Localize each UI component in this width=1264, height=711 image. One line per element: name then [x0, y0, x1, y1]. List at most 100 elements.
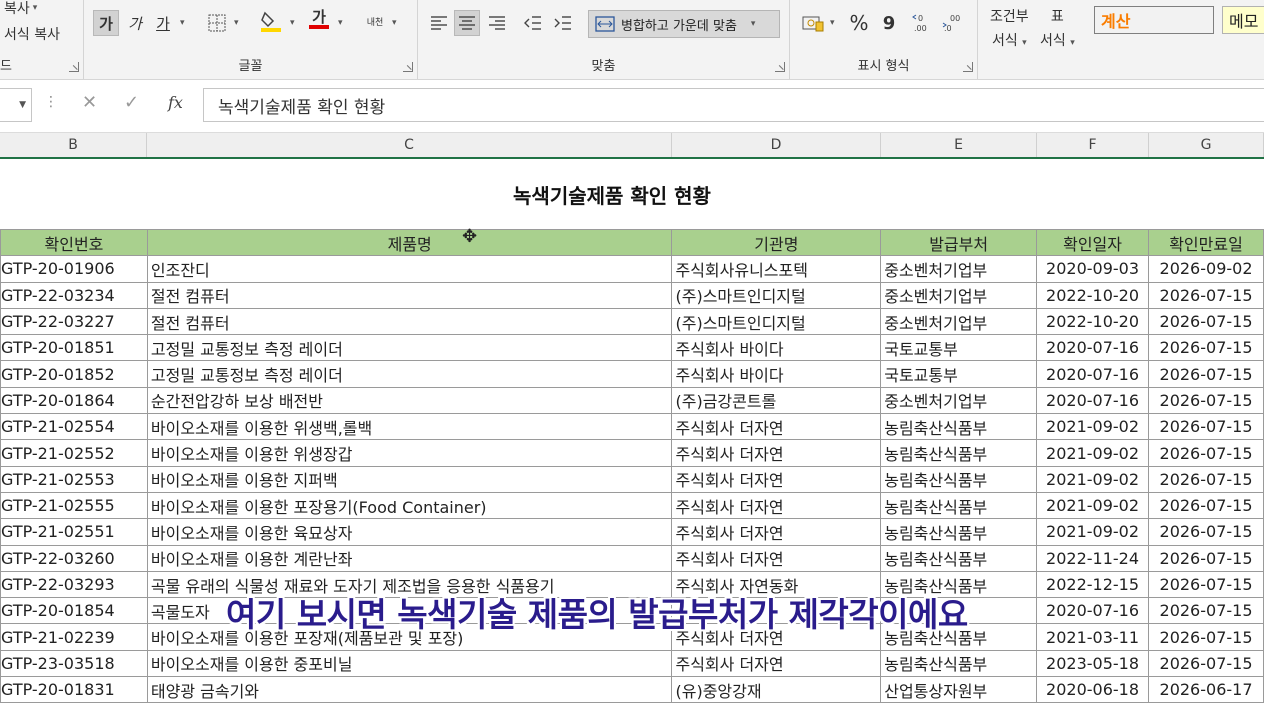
- cell-org[interactable]: 주식회사유니스포텍: [671, 255, 882, 283]
- cell-org[interactable]: 주식회사 더자연: [671, 649, 882, 678]
- cell-date[interactable]: 2022-11-24: [1036, 544, 1150, 572]
- cell-org[interactable]: 주식회사 더자연: [671, 439, 882, 467]
- cell-ministry[interactable]: 중소벤처기업부: [880, 255, 1038, 283]
- border-chevron-icon[interactable]: ▾: [234, 18, 239, 28]
- decrease-decimal-button[interactable]: 00.0: [940, 10, 966, 36]
- cell-product[interactable]: 고정밀 교통정보 측정 레이더: [146, 360, 673, 388]
- underline-chevron-icon[interactable]: ▾: [180, 18, 185, 28]
- column-header-f[interactable]: F: [1037, 133, 1149, 157]
- cell-ministry[interactable]: 농림축산식품부: [880, 465, 1038, 493]
- cell-id[interactable]: GTP-21-02551: [0, 518, 148, 546]
- enter-check-icon[interactable]: ✓: [124, 92, 139, 113]
- decrease-indent-button[interactable]: [520, 10, 546, 36]
- cell-org[interactable]: (유)중앙강재: [671, 676, 882, 704]
- cell-product[interactable]: 바이오소재를 이용한 지퍼백: [146, 465, 673, 493]
- cell-date[interactable]: 2022-10-20: [1036, 281, 1150, 309]
- header-cell[interactable]: 확인만료일: [1148, 228, 1264, 257]
- font-color-button[interactable]: 가: [306, 6, 332, 32]
- accounting-chevron-icon[interactable]: ▾: [830, 18, 835, 28]
- phonetic-button[interactable]: 내천: [362, 8, 388, 34]
- cell-expiry[interactable]: 2026-07-15: [1148, 623, 1264, 651]
- cell-expiry[interactable]: 2026-09-02: [1148, 255, 1264, 283]
- copy-button[interactable]: 복사 ▾: [4, 0, 37, 18]
- cell-org[interactable]: (주)스마트인디지털: [671, 281, 882, 309]
- cell-date[interactable]: 2020-09-03: [1036, 255, 1150, 283]
- cell-ministry[interactable]: 중소벤처기업부: [880, 281, 1038, 309]
- cell-expiry[interactable]: 2026-07-15: [1148, 386, 1264, 415]
- cancel-icon[interactable]: ✕: [82, 92, 97, 113]
- cell-id[interactable]: GTP-21-02552: [0, 439, 148, 467]
- cell-expiry[interactable]: 2026-07-15: [1148, 307, 1264, 336]
- sheet-title[interactable]: 녹색기술제품 확인 현황: [0, 159, 1264, 229]
- cell-id[interactable]: GTP-22-03234: [0, 281, 148, 309]
- cell-date[interactable]: 2020-07-16: [1036, 334, 1150, 362]
- bold-button[interactable]: 가: [93, 10, 119, 36]
- insert-function-button[interactable]: fx: [168, 93, 183, 112]
- cell-id[interactable]: GTP-20-01851: [0, 334, 148, 362]
- cell-date[interactable]: 2023-05-18: [1036, 649, 1150, 678]
- cell-product[interactable]: 바이오소재를 이용한 포장용기(Food Container): [146, 491, 673, 520]
- cell-ministry[interactable]: 중소벤처기업부: [880, 307, 1038, 336]
- cell-expiry[interactable]: 2026-07-15: [1148, 334, 1264, 362]
- fill-color-button[interactable]: [258, 8, 284, 34]
- cell-expiry[interactable]: 2026-07-15: [1148, 544, 1264, 572]
- number-launcher-icon[interactable]: [963, 62, 973, 72]
- cell-expiry[interactable]: 2026-07-15: [1148, 360, 1264, 388]
- cell-product[interactable]: 바이오소재를 이용한 육묘상자: [146, 518, 673, 546]
- underline-button[interactable]: 가: [150, 10, 176, 36]
- cell-ministry[interactable]: 농림축산식품부: [880, 544, 1038, 572]
- cell-ministry[interactable]: 농림축산식품부: [880, 439, 1038, 467]
- cell-org[interactable]: 주식회사 더자연: [671, 413, 882, 441]
- align-right-button[interactable]: [484, 10, 510, 36]
- cell-id[interactable]: GTP-21-02239: [0, 623, 148, 651]
- conditional-format-button[interactable]: 조건부 서식 ▾: [990, 6, 1029, 50]
- cell-product[interactable]: 순간전압강하 보상 배전반: [146, 386, 673, 415]
- cell-expiry[interactable]: 2026-07-15: [1148, 465, 1264, 493]
- header-cell[interactable]: 발급부처: [880, 228, 1038, 257]
- cell-id[interactable]: GTP-20-01864: [0, 386, 148, 415]
- alignment-launcher-icon[interactable]: [775, 62, 785, 72]
- cell-ministry[interactable]: 국토교통부: [880, 360, 1038, 388]
- cell-id[interactable]: GTP-23-03518: [0, 649, 148, 678]
- cell-id[interactable]: GTP-22-03293: [0, 570, 148, 599]
- cell-date[interactable]: 2022-12-15: [1036, 570, 1150, 599]
- cell-date[interactable]: 2021-09-02: [1036, 465, 1150, 493]
- cell-date[interactable]: 2021-09-02: [1036, 491, 1150, 520]
- cell-date[interactable]: 2020-07-16: [1036, 360, 1150, 388]
- cell-date[interactable]: 2021-09-02: [1036, 518, 1150, 546]
- cell-id[interactable]: GTP-20-01831: [0, 676, 148, 704]
- cell-date[interactable]: 2021-09-02: [1036, 413, 1150, 441]
- clipboard-launcher-icon[interactable]: [69, 62, 79, 72]
- accounting-format-button[interactable]: [800, 10, 826, 36]
- cell-expiry[interactable]: 2026-07-15: [1148, 491, 1264, 520]
- cell-date[interactable]: 2020-07-16: [1036, 386, 1150, 415]
- increase-decimal-button[interactable]: 0.00: [910, 10, 936, 36]
- cell-date[interactable]: 2022-10-20: [1036, 307, 1150, 336]
- format-painter-button[interactable]: 서식 복사: [4, 24, 60, 44]
- cell-org[interactable]: (주)스마트인디지털: [671, 307, 882, 336]
- formula-bar-grip-icon[interactable]: ⋮: [44, 94, 58, 110]
- increase-indent-button[interactable]: [550, 10, 576, 36]
- merge-chevron-icon[interactable]: ▾: [751, 19, 756, 29]
- cell-org[interactable]: 주식회사 바이다: [671, 334, 882, 362]
- cell-date[interactable]: 2020-07-16: [1036, 597, 1150, 625]
- cell-product[interactable]: 인조잔디: [146, 255, 673, 283]
- percent-button[interactable]: %: [846, 10, 872, 36]
- cell-date[interactable]: 2021-09-02: [1036, 439, 1150, 467]
- cell-ministry[interactable]: 농림축산식품부: [880, 491, 1038, 520]
- cell-id[interactable]: GTP-21-02553: [0, 465, 148, 493]
- column-header-g[interactable]: G: [1149, 133, 1264, 157]
- cell-product[interactable]: 바이오소재를 이용한 중포비닐: [146, 649, 673, 678]
- cell-org[interactable]: 주식회사 더자연: [671, 491, 882, 520]
- cell-ministry[interactable]: 산업통상자원부: [880, 676, 1038, 704]
- style-memo[interactable]: 메모: [1222, 6, 1264, 34]
- cell-expiry[interactable]: 2026-07-15: [1148, 597, 1264, 625]
- cell-org[interactable]: 주식회사 더자연: [671, 518, 882, 546]
- cell-ministry[interactable]: 국토교통부: [880, 334, 1038, 362]
- cell-org[interactable]: 주식회사 더자연: [671, 544, 882, 572]
- cell-id[interactable]: GTP-20-01852: [0, 360, 148, 388]
- cell-id[interactable]: GTP-20-01906: [0, 255, 148, 283]
- fill-chevron-icon[interactable]: ▾: [290, 18, 295, 28]
- format-as-table-button[interactable]: 표 서식 ▾: [1040, 6, 1075, 50]
- cell-org[interactable]: (주)금강콘트롤: [671, 386, 882, 415]
